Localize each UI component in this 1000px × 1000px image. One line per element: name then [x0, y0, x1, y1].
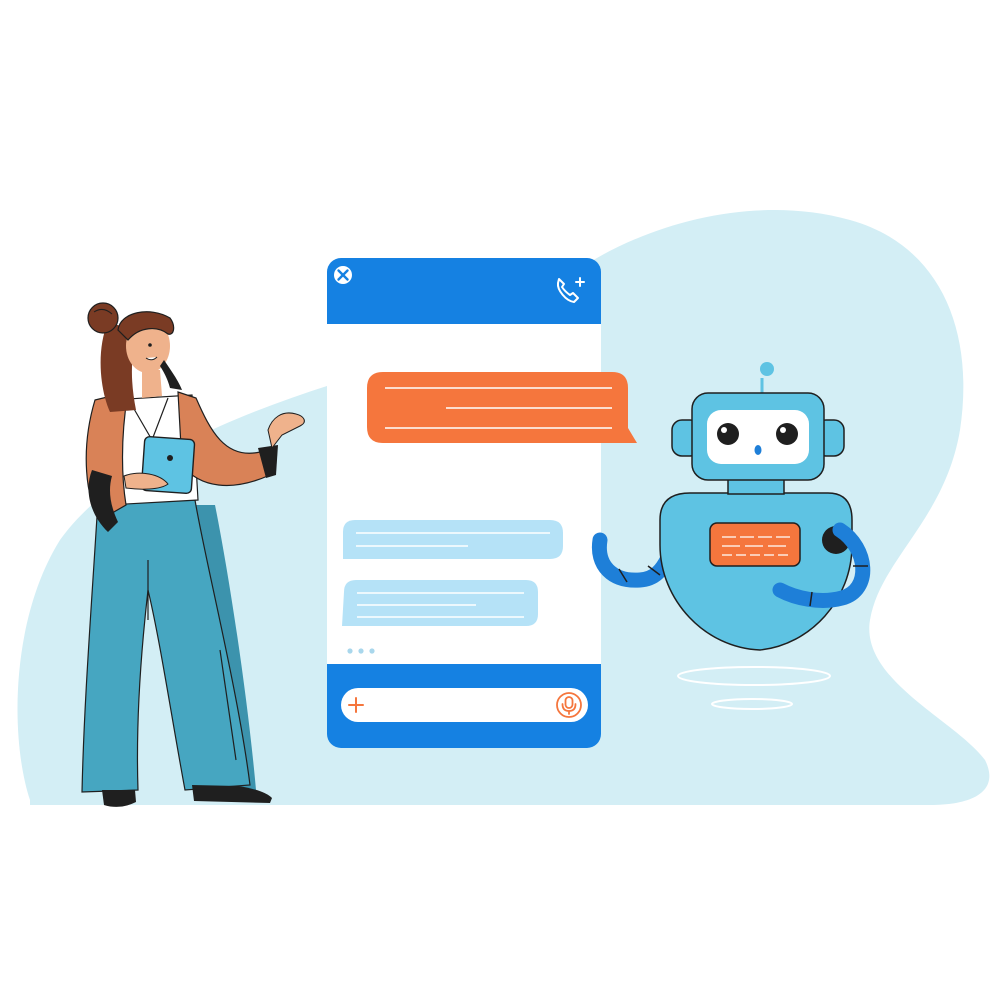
robot-chest-panel	[709, 522, 801, 567]
robot-eye	[717, 423, 739, 445]
close-icon[interactable]	[334, 266, 352, 284]
user-message-bubble	[342, 580, 538, 626]
message-composer[interactable]	[341, 688, 588, 722]
robot-mouth	[754, 445, 762, 455]
robot-antenna-tip	[760, 362, 774, 376]
robot-eye	[776, 423, 798, 445]
chatbot-illustration	[0, 0, 1000, 1000]
hair-bun	[87, 302, 119, 334]
user-message-bubble	[343, 520, 563, 559]
bot-message-bubble	[367, 372, 637, 443]
chat-window	[327, 258, 637, 748]
typing-indicator	[347, 648, 375, 654]
